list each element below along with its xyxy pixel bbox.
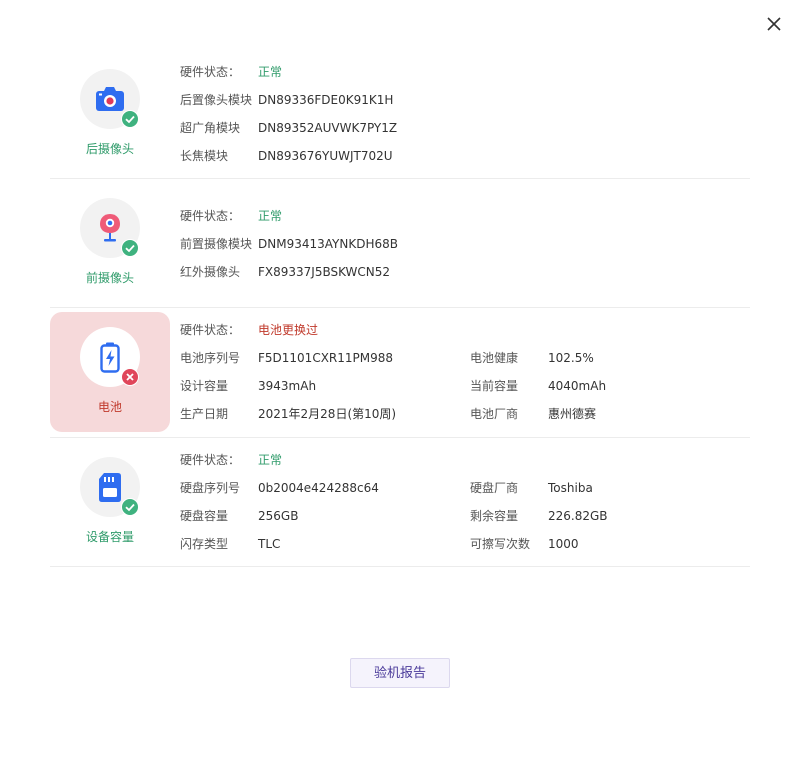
field-value: DNM93413AYNKDH68B [258,237,398,251]
field-label: 电池序列号 [180,351,241,365]
field-label: 当前容量 [470,379,519,393]
rear-camera-label: 后摄像头 [85,142,134,156]
field-label: 硬件状态： [180,65,241,79]
field-label: 前置摄像模块 [180,237,253,251]
field-value: 3943mAh [258,379,317,393]
error-circle-icon [121,368,139,386]
inspection-report-button[interactable]: 验机报告 [350,658,450,688]
storage-icon-circle [80,457,140,517]
battery-icon-circle [80,327,140,387]
field-value: TLC [258,537,281,551]
status-value: 正常 [258,65,283,79]
field-label: 后置像头模块 [180,93,253,107]
rear-camera-tile: 后摄像头 [50,54,170,174]
field-label: 硬盘序列号 [180,481,241,495]
field-value: 102.5% [548,351,594,365]
field-value: DN89352AUVWK7PY1Z [258,121,398,135]
field-label: 长焦模块 [180,149,229,163]
front-camera-section: 前摄像头 硬件状态： 正常 前置摄像模块 DNM93413AYNKDH68B 红… [50,179,750,308]
storage-tile: 设备容量 [50,442,170,562]
field-value: F5D1101CXR11PM988 [258,351,394,365]
status-value: 正常 [258,209,283,223]
check-circle-icon [121,239,139,257]
storage-label: 设备容量 [85,530,134,544]
check-circle-icon [121,110,139,128]
field-label: 电池健康 [470,351,519,365]
field-label: 硬件状态： [180,453,241,467]
battery-tile: 电池 [50,312,170,432]
hardware-list: 后摄像头 硬件状态： 正常 后置像头模块 DN89336FDE0K91K1H 超… [50,50,750,567]
field-value: 1000 [548,537,579,551]
field-value: DN893676YUWJT702U [258,149,393,163]
field-value: FX89337J5BSKWCN52 [258,265,391,279]
field-value: 惠州德赛 [548,407,597,421]
field-value: 2021年2月28日(第10周) [258,407,397,421]
field-label: 闪存类型 [180,537,229,551]
field-label: 红外摄像头 [180,265,241,279]
field-label: 硬件状态： [180,323,241,337]
field-label: 超广角模块 [180,121,241,135]
field-label: 硬盘容量 [180,509,229,523]
field-value: 256GB [258,509,299,523]
field-label: 硬件状态： [180,209,241,223]
field-label: 电池厂商 [470,407,519,421]
field-value: Toshiba [548,481,593,495]
front-camera-tile: 前摄像头 [50,183,170,303]
rear-camera-icon-circle [80,69,140,129]
battery-section: 电池 硬件状态： 电池更换过 电池序列号 F5D1101CXR11PM988 电… [50,308,750,438]
status-value: 正常 [258,453,283,467]
front-camera-icon-circle [80,198,140,258]
close-icon [767,17,781,31]
battery-label: 电池 [97,400,122,414]
storage-section: 设备容量 硬件状态： 正常 硬盘序列号 0b2004e424288c64 硬盘厂… [50,438,750,567]
field-value: 0b2004e424288c64 [258,481,379,495]
close-button[interactable] [762,12,786,36]
field-label: 硬盘厂商 [470,481,519,495]
check-circle-icon [121,498,139,516]
field-value: DN89336FDE0K91K1H [258,93,394,107]
field-label: 剩余容量 [470,509,519,523]
field-label: 可擦写次数 [470,537,531,551]
field-value: 4040mAh [548,379,607,393]
field-label: 设计容量 [180,379,229,393]
status-value: 电池更换过 [258,323,319,337]
field-label: 生产日期 [180,407,229,421]
rear-camera-section: 后摄像头 硬件状态： 正常 后置像头模块 DN89336FDE0K91K1H 超… [50,50,750,179]
field-value: 226.82GB [548,509,608,523]
front-camera-label: 前摄像头 [85,271,134,285]
